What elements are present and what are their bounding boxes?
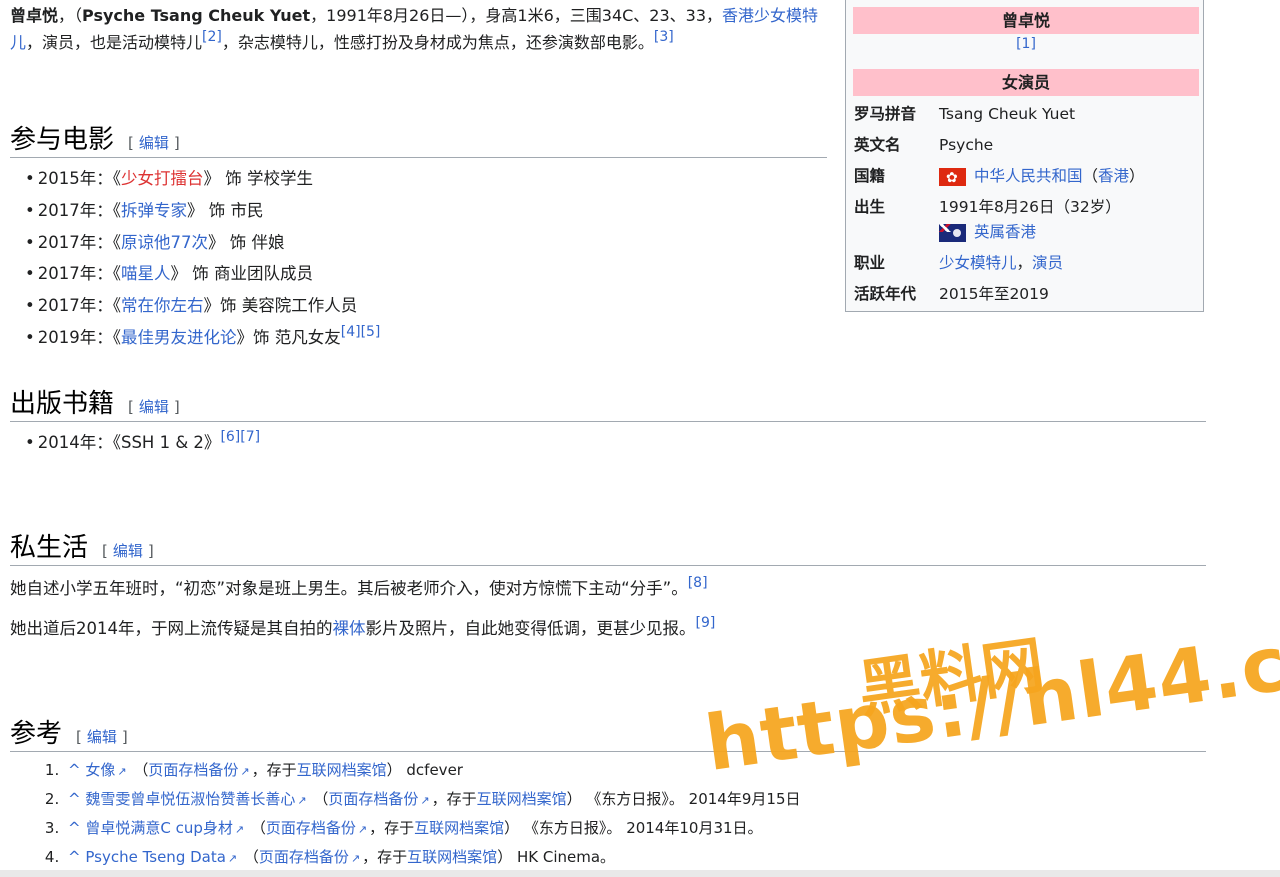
film-link[interactable]: 常在你左右 (121, 296, 204, 315)
reference-title-link[interactable]: Psyche Tseng Data (85, 848, 226, 866)
infobox: 曾卓悦 [1] 女演员 罗马拼音 Tsang Cheuk Yuet 英文名 Ps… (845, 0, 1204, 312)
reference-list: ^ 女像↗ （页面存档备份↗，存于互联网档案馆） dcfever ^ 魏雪雯曾卓… (44, 756, 800, 872)
section-heading-books: 出版书籍 [编辑] (10, 382, 1206, 422)
archive-link[interactable]: 页面存档备份 (328, 790, 418, 808)
archive-link[interactable]: 页面存档备份 (266, 819, 356, 837)
backlink-caret[interactable]: ^ (68, 790, 81, 808)
edit-link-refs[interactable]: 编辑 (87, 728, 117, 746)
film-list: 2015年：《少女打擂台》 饰 学校学生 2017年：《拆弹专家》 饰 市民 2… (25, 163, 381, 354)
external-link-icon: ↗ (357, 823, 368, 836)
edit-link-books[interactable]: 编辑 (139, 398, 169, 416)
backlink-caret[interactable]: ^ (68, 761, 81, 779)
archiver-link[interactable]: 互联网档案馆 (414, 819, 504, 837)
backlink-caret[interactable]: ^ (68, 848, 81, 866)
subject-name: 曾卓悦 (10, 6, 59, 25)
book-list: 2014年：《SSH 1 & 2》[6][7] (25, 427, 260, 459)
reference-title-link[interactable]: 魏雪雯曾卓悦伍淑怡赞善长善心 (85, 790, 295, 808)
list-item: ^ 魏雪雯曾卓悦伍淑怡赞善长善心↗ （页面存档备份↗，存于互联网档案馆） 《东方… (64, 785, 800, 814)
external-link-icon: ↗ (117, 765, 127, 778)
external-link-icon: ↗ (350, 852, 361, 865)
link-british-hong-kong[interactable]: 英属香港 (974, 223, 1036, 241)
list-item: 2015年：《少女打擂台》 饰 学校学生 (25, 163, 380, 195)
list-item: 2017年：《喵星人》 饰 商业团队成员 (25, 258, 380, 290)
list-item: 2014年：《SSH 1 & 2》[6][7] (25, 427, 260, 459)
film-link[interactable]: 喵星人 (121, 264, 171, 283)
film-link[interactable]: 原谅他77次 (121, 233, 208, 252)
link-teen-model-occupation[interactable]: 少女模特儿 (939, 254, 1017, 272)
hong-kong-flag-icon (939, 166, 966, 190)
reference-title-link[interactable]: 曾卓悦满意C cup身材 (85, 819, 233, 837)
list-item: 2019年：《最佳男友进化论》饰 范凡女友[4][5] (25, 322, 381, 354)
archive-link[interactable]: 页面存档备份 (259, 848, 349, 866)
edit-section-books: [编辑] (128, 398, 180, 416)
archiver-link[interactable]: 互联网档案馆 (297, 761, 387, 779)
infobox-title: 曾卓悦 (853, 7, 1199, 34)
archive-link[interactable]: 页面存档备份 (148, 761, 238, 779)
external-link-icon: ↗ (297, 794, 307, 807)
external-link-icon: ↗ (227, 852, 238, 865)
list-item: 2017年：《常在你左右》饰 美容院工作人员 (25, 290, 380, 322)
link-prc[interactable]: 中华人民共和国 (974, 167, 1083, 185)
external-link-icon: ↗ (240, 765, 250, 778)
list-item: ^ Psyche Tseng Data↗ （页面存档备份↗，存于互联网档案馆） … (64, 843, 800, 872)
link-actor[interactable]: 演员 (1032, 254, 1063, 272)
list-item: 2017年：《拆弹专家》 饰 市民 (25, 195, 380, 227)
edit-link-films[interactable]: 编辑 (139, 134, 169, 152)
link-nude[interactable]: 裸体 (333, 619, 366, 638)
external-link-icon: ↗ (234, 823, 245, 836)
edit-link-private[interactable]: 编辑 (113, 542, 143, 560)
ref-link-3[interactable]: [3] (654, 29, 674, 45)
list-item: ^ 女像↗ （页面存档备份↗，存于互联网档案馆） dcfever (64, 756, 800, 785)
external-link-icon: ↗ (420, 794, 430, 807)
film-link[interactable]: 少女打擂台 (121, 169, 204, 188)
british-hong-kong-flag-icon (939, 223, 966, 242)
edit-section-films: [编辑] (128, 134, 180, 152)
film-link[interactable]: 最佳男友进化论 (121, 328, 237, 347)
section-heading-refs: 参考 [编辑] (10, 712, 1206, 752)
infobox-row-birth: 出生 1991年8月26日（32岁） 英属香港 (854, 198, 1121, 242)
section-heading-private: 私生活 [编辑] (10, 526, 1206, 566)
section-heading-films: 参与电影 [编辑] (10, 118, 827, 158)
ref-link-4-5[interactable]: [4][5] (341, 324, 381, 340)
ref-link-2[interactable]: [2] (202, 29, 222, 45)
english-name: Psyche Tsang Cheuk Yuet (82, 6, 311, 25)
archiver-link[interactable]: 互联网档案馆 (477, 790, 567, 808)
list-item: ^ 曾卓悦满意C cup身材↗ （页面存档备份↗，存于互联网档案馆） 《东方日报… (64, 814, 800, 843)
reference-title-link[interactable]: 女像 (85, 761, 115, 779)
edit-section-refs: [编辑] (76, 728, 128, 746)
ref-link-9[interactable]: [9] (696, 615, 716, 631)
list-item: 2017年：《原谅他77次》 饰 伴娘 (25, 227, 380, 259)
ref-link-6-7[interactable]: [6][7] (220, 429, 260, 445)
ref-link-8[interactable]: [8] (688, 575, 708, 591)
film-link[interactable]: 拆弹专家 (121, 201, 187, 220)
link-hong-kong[interactable]: 香港 (1098, 167, 1129, 185)
archiver-link[interactable]: 互联网档案馆 (407, 848, 497, 866)
private-paragraph-2: 她出道后2014年，于网上流传疑是其自拍的裸体影片及照片，自此她变得低调，更甚少… (10, 615, 716, 638)
edit-section-private: [编辑] (102, 542, 154, 560)
backlink-caret[interactable]: ^ (68, 819, 81, 837)
private-paragraph-1: 她自述小学五年班时，“初恋”对象是班上男生。其后被老师介入，使对方惊慌下主动“分… (10, 575, 708, 598)
ref-link-1[interactable]: [1] (1016, 36, 1036, 52)
infobox-subtitle: 女演员 (853, 69, 1199, 96)
intro-paragraph: 曾卓悦，（Psyche Tsang Cheuk Yuet，1991年8月26日—… (10, 6, 819, 52)
page-bottom-edge (0, 870, 1280, 877)
